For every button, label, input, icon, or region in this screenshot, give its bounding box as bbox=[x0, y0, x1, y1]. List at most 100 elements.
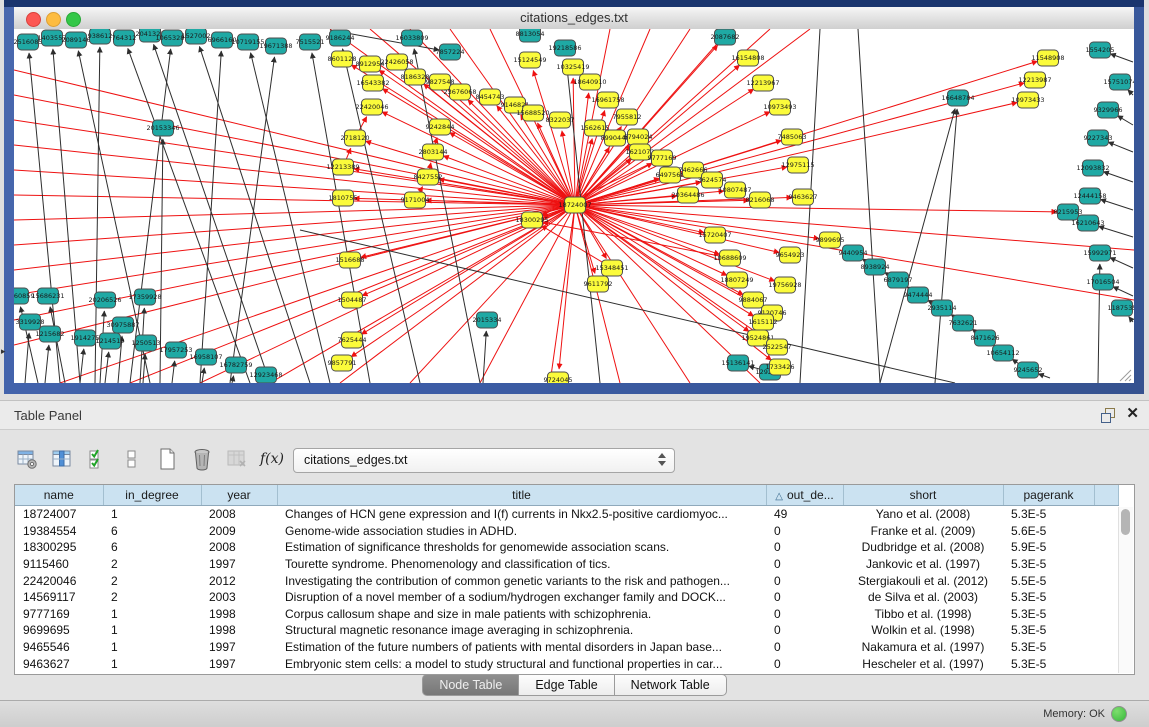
black-edge[interactable] bbox=[1117, 116, 1133, 125]
cell-short[interactable]: Jankovic et al. (1997) bbox=[843, 556, 1003, 573]
red-edge[interactable] bbox=[366, 141, 575, 205]
vertical-scrollbar[interactable] bbox=[1118, 507, 1133, 673]
red-edge[interactable] bbox=[14, 205, 575, 295]
table-row[interactable]: 1456911722003Disruption of a novel membe… bbox=[15, 589, 1118, 606]
cell-in_degree[interactable]: 1 bbox=[103, 639, 201, 656]
cell-in_degree[interactable]: 2 bbox=[103, 572, 201, 589]
cell-year[interactable]: 1997 bbox=[201, 655, 277, 672]
cell-year[interactable]: 1998 bbox=[201, 622, 277, 639]
cell-out_de[interactable]: 0 bbox=[766, 639, 843, 656]
tab-network-table[interactable]: Network Table bbox=[615, 674, 727, 696]
cell-out_de[interactable]: 0 bbox=[766, 523, 843, 540]
close-panel-icon[interactable]: ✕ bbox=[1126, 406, 1139, 422]
new-file-icon[interactable] bbox=[156, 447, 178, 471]
black-edge[interactable] bbox=[858, 29, 880, 383]
black-edge[interactable] bbox=[1110, 258, 1133, 268]
black-edge[interactable] bbox=[880, 109, 955, 383]
table-row[interactable]: 977716911998Corpus callosum shape and si… bbox=[15, 606, 1118, 623]
red-edge[interactable] bbox=[541, 226, 612, 268]
citation-network-graph[interactable]: 2516085140355720891469386127643122041322… bbox=[14, 29, 1134, 383]
cell-short[interactable]: Franke et al. (2009) bbox=[843, 523, 1003, 540]
cell-pagerank[interactable]: 5.9E-5 bbox=[1003, 539, 1094, 556]
red-edge[interactable] bbox=[200, 205, 575, 383]
cell-pagerank[interactable]: 5.3E-5 bbox=[1003, 556, 1094, 573]
cell-title[interactable]: Changes of HCN gene expression and I(f) … bbox=[277, 506, 766, 523]
deselect-all-icon[interactable] bbox=[121, 447, 143, 471]
table-row[interactable]: 911546021997Tourette syndrome. Phenomeno… bbox=[15, 556, 1118, 573]
cell-in_degree[interactable]: 1 bbox=[103, 655, 201, 672]
cell-in_degree[interactable]: 6 bbox=[103, 523, 201, 540]
cell-title[interactable]: Disruption of a novel member of a sodium… bbox=[277, 589, 766, 606]
cell-title[interactable]: Embryonic stem cells: a model to study s… bbox=[277, 655, 766, 672]
cell-short[interactable]: Stergiakouli et al. (2012) bbox=[843, 572, 1003, 589]
cell-title[interactable]: Corpus callosum shape and size in male p… bbox=[277, 606, 766, 623]
black-edge[interactable] bbox=[251, 53, 330, 383]
red-edge[interactable] bbox=[543, 222, 730, 258]
black-edge[interactable] bbox=[1128, 90, 1133, 95]
cell-title[interactable]: Estimation of the future numbers of pati… bbox=[277, 639, 766, 656]
black-edge[interactable] bbox=[45, 345, 49, 383]
tab-node-table[interactable]: Node Table bbox=[422, 674, 519, 696]
black-edge[interactable] bbox=[800, 29, 820, 383]
cell-in_degree[interactable]: 6 bbox=[103, 539, 201, 556]
red-edge[interactable] bbox=[382, 112, 575, 205]
cell-pagerank[interactable]: 5.3E-5 bbox=[1003, 639, 1094, 656]
panel-expander-icon[interactable]: ▸ bbox=[1, 346, 6, 357]
cell-short[interactable]: Nakamura et al. (1997) bbox=[843, 639, 1003, 656]
cell-pagerank[interactable]: 5.3E-5 bbox=[1003, 606, 1094, 623]
column-header-in_degree[interactable]: in_degree bbox=[103, 485, 201, 506]
black-edge[interactable] bbox=[935, 109, 957, 383]
cell-title[interactable]: Investigating the contribution of common… bbox=[277, 572, 766, 589]
cell-title[interactable]: Structural magnetic resonance image aver… bbox=[277, 622, 766, 639]
memory-status-icon[interactable] bbox=[1111, 706, 1127, 722]
cell-in_degree[interactable]: 1 bbox=[103, 506, 201, 523]
cell-name[interactable]: 19384554 bbox=[15, 523, 103, 540]
cell-pagerank[interactable]: 5.3E-5 bbox=[1003, 655, 1094, 672]
column-header-name[interactable]: name bbox=[15, 485, 103, 506]
cell-pagerank[interactable]: 5.5E-5 bbox=[1003, 572, 1094, 589]
cell-name[interactable]: 18724007 bbox=[15, 506, 103, 523]
scrollbar-thumb[interactable] bbox=[1121, 509, 1130, 535]
black-edge[interactable] bbox=[232, 376, 234, 383]
cell-name[interactable]: 18300295 bbox=[15, 539, 103, 556]
cell-name[interactable]: 9465546 bbox=[15, 639, 103, 656]
table-settings-icon[interactable] bbox=[16, 447, 38, 471]
cell-out_de[interactable]: 0 bbox=[766, 622, 843, 639]
cell-title[interactable]: Estimation of significance thresholds fo… bbox=[277, 539, 766, 556]
black-edge[interactable] bbox=[200, 51, 221, 383]
insert-column-icon[interactable] bbox=[51, 447, 73, 471]
cell-name[interactable]: 9699695 bbox=[15, 622, 103, 639]
black-edge[interactable] bbox=[1110, 54, 1133, 62]
column-header-title[interactable]: title bbox=[277, 485, 766, 506]
table-row[interactable]: 969969511998Structural magnetic resonanc… bbox=[15, 622, 1118, 639]
black-edge[interactable] bbox=[1100, 199, 1133, 210]
cell-out_de[interactable]: 0 bbox=[766, 606, 843, 623]
network-canvas[interactable]: 2516085140355720891469386127643122041322… bbox=[14, 29, 1134, 383]
black-edge[interactable] bbox=[1108, 142, 1133, 152]
cell-out_de[interactable]: 0 bbox=[766, 655, 843, 672]
cell-pagerank[interactable]: 5.6E-5 bbox=[1003, 523, 1094, 540]
delete-table-icon[interactable] bbox=[226, 447, 248, 471]
cell-short[interactable]: Hescheler et al. (1997) bbox=[843, 655, 1003, 672]
cell-short[interactable]: Wolkin et al. (1998) bbox=[843, 622, 1003, 639]
red-edge[interactable] bbox=[379, 70, 575, 205]
black-edge[interactable] bbox=[128, 48, 250, 383]
black-edge[interactable] bbox=[50, 307, 65, 383]
cell-year[interactable]: 2003 bbox=[201, 589, 277, 606]
float-window-icon[interactable] bbox=[1101, 408, 1115, 422]
cell-out_de[interactable]: 49 bbox=[766, 506, 843, 523]
black-edge[interactable] bbox=[1113, 287, 1133, 296]
cell-in_degree[interactable]: 1 bbox=[103, 622, 201, 639]
cell-year[interactable]: 2012 bbox=[201, 572, 277, 589]
red-edge[interactable] bbox=[340, 205, 575, 383]
cell-out_de[interactable]: 0 bbox=[766, 556, 843, 573]
black-edge[interactable] bbox=[143, 354, 145, 383]
cell-short[interactable]: Tibbo et al. (1998) bbox=[843, 606, 1003, 623]
cell-short[interactable]: Dudbridge et al. (2008) bbox=[843, 539, 1003, 556]
table-selector-dropdown[interactable]: citations_edges.txt bbox=[293, 448, 675, 473]
cell-in_degree[interactable]: 1 bbox=[103, 606, 201, 623]
delete-icon[interactable] bbox=[191, 447, 213, 471]
black-edge[interactable] bbox=[1129, 317, 1133, 322]
cell-pagerank[interactable]: 5.3E-5 bbox=[1003, 622, 1094, 639]
cell-out_de[interactable]: 0 bbox=[766, 589, 843, 606]
